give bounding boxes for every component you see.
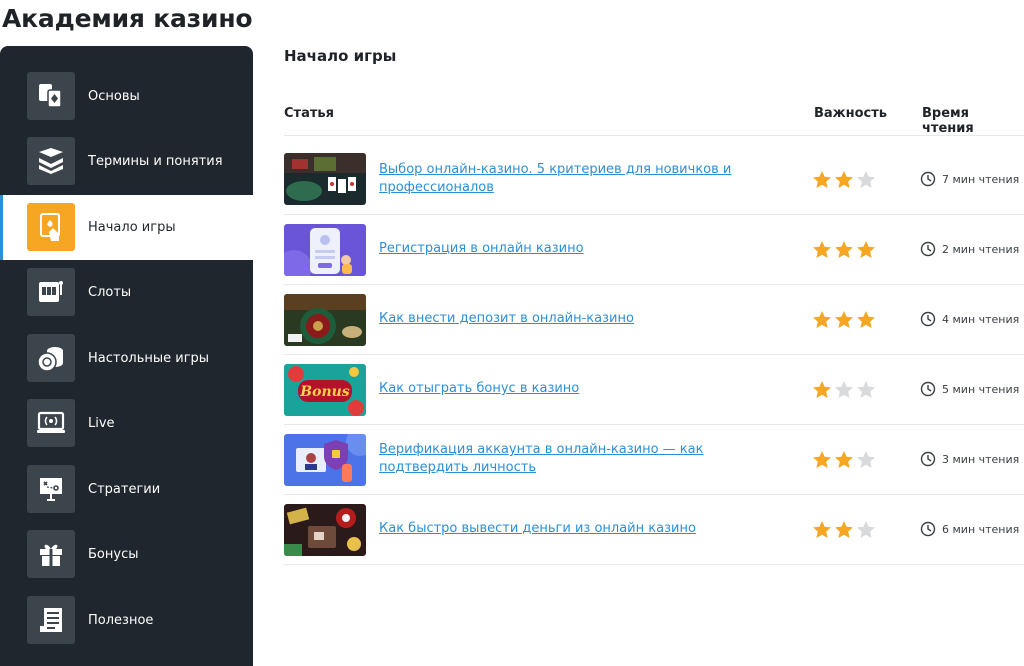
column-header-importance: Важность [814, 106, 887, 121]
clock-icon [920, 171, 936, 187]
article-row: Bonus Как отыграть бонус в казино 5 мин … [284, 355, 1024, 425]
sidebar-item-slots[interactable]: Слоты [0, 260, 253, 325]
article-link[interactable]: Как быстро вывести деньги из онлайн кази… [379, 520, 769, 538]
article-row: Выбор онлайн-казино. 5 критериев для нов… [284, 145, 1024, 215]
slot-machine-icon [27, 268, 75, 316]
read-time: 4 мин чтения [920, 311, 1019, 327]
sidebar-item-label: Настольные игры [88, 351, 210, 366]
read-time-label: 7 мин чтения [942, 172, 1020, 186]
star-filled-icon [813, 311, 831, 328]
sidebar-item-label: Полезное [88, 613, 154, 628]
read-time-label: 6 мин чтения [942, 522, 1020, 536]
read-time-label: 4 мин чтения [942, 312, 1020, 326]
strategy-board-icon [27, 465, 75, 513]
article-row: Как быстро вывести деньги из онлайн кази… [284, 495, 1024, 565]
importance-rating [812, 170, 876, 189]
star-filled-icon [835, 171, 853, 188]
sidebar-item-table-games[interactable]: Настольные игры [0, 326, 253, 391]
sidebar: Основы Термины и понятия Начало игры Сло… [0, 46, 253, 666]
section-title: Начало игры [284, 47, 397, 65]
clock-icon [920, 451, 936, 467]
sidebar-item-label: Начало игры [88, 220, 176, 235]
column-header-article: Статья [284, 106, 334, 121]
page-title: Академия казино [2, 4, 253, 33]
star-filled-icon [813, 521, 831, 538]
sidebar-item-label: Основы [88, 89, 140, 104]
importance-rating [812, 310, 876, 329]
article-link[interactable]: Как внести депозит в онлайн-казино [379, 310, 769, 328]
star-filled-icon [835, 241, 853, 258]
article-thumbnail[interactable] [284, 294, 366, 346]
sidebar-item-label: Термины и понятия [88, 154, 223, 169]
article-thumbnail[interactable] [284, 434, 366, 486]
article-thumbnail[interactable]: Bonus [284, 364, 366, 416]
read-time: 7 мин чтения [920, 171, 1019, 187]
sidebar-item-useful[interactable]: Полезное [0, 588, 253, 653]
sidebar-item-label: Live [88, 416, 115, 431]
star-filled-icon [835, 451, 853, 468]
article-row: Как внести депозит в онлайн-казино 4 мин… [284, 285, 1024, 355]
article-row: Верификация аккаунта в онлайн-казино — к… [284, 425, 1024, 495]
sidebar-item-live[interactable]: Live [0, 391, 253, 456]
star-filled-icon [813, 241, 831, 258]
importance-rating [812, 520, 876, 539]
card-hand-icon [27, 203, 75, 251]
sidebar-item-terms[interactable]: Термины и понятия [0, 129, 253, 194]
chips-icon [27, 334, 75, 382]
clock-icon [920, 381, 936, 397]
star-filled-icon [857, 311, 875, 328]
sidebar-item-strategies[interactable]: Стратегии [0, 457, 253, 522]
sidebar-item-label: Стратегии [88, 482, 161, 497]
article-link[interactable]: Регистрация в онлайн казино [379, 240, 769, 258]
read-time: 2 мин чтения [920, 241, 1019, 257]
star-filled-icon [857, 241, 875, 258]
article-link[interactable]: Выбор онлайн-казино. 5 критериев для нов… [379, 161, 769, 197]
read-time-label: 3 мин чтения [942, 452, 1020, 466]
importance-rating [812, 380, 876, 399]
sidebar-item-basics[interactable]: Основы [0, 64, 253, 129]
read-time: 5 мин чтения [920, 381, 1019, 397]
article-link[interactable]: Верификация аккаунта в онлайн-казино — к… [379, 441, 769, 477]
star-filled-icon [813, 381, 831, 398]
article-thumbnail[interactable] [284, 224, 366, 276]
header-divider [284, 135, 1024, 136]
star-empty-icon [857, 451, 875, 468]
star-empty-icon [857, 171, 875, 188]
thumbnail-bonus-text: Bonus [299, 384, 350, 400]
clock-icon [920, 311, 936, 327]
star-empty-icon [857, 381, 875, 398]
article-row: Регистрация в онлайн казино 2 мин чтения [284, 215, 1024, 285]
live-stream-icon [27, 399, 75, 447]
star-filled-icon [813, 451, 831, 468]
article-thumbnail[interactable] [284, 504, 366, 556]
article-link[interactable]: Как отыграть бонус в казино [379, 380, 769, 398]
star-empty-icon [857, 521, 875, 538]
read-time-label: 5 мин чтения [942, 382, 1020, 396]
star-filled-icon [813, 171, 831, 188]
read-time: 6 мин чтения [920, 521, 1019, 537]
sidebar-item-start-game[interactable]: Начало игры [0, 195, 253, 260]
clock-icon [920, 521, 936, 537]
importance-rating [812, 240, 876, 259]
star-filled-icon [835, 521, 853, 538]
read-time-label: 2 мин чтения [942, 242, 1020, 256]
sidebar-item-label: Бонусы [88, 547, 139, 562]
cards-diamond-icon [27, 72, 75, 120]
star-empty-icon [835, 381, 853, 398]
read-time: 3 мин чтения [920, 451, 1019, 467]
star-filled-icon [835, 311, 853, 328]
sidebar-item-bonuses[interactable]: Бонусы [0, 522, 253, 587]
article-thumbnail[interactable] [284, 153, 366, 205]
gift-icon [27, 530, 75, 578]
document-list-icon [27, 596, 75, 644]
sidebar-item-label: Слоты [88, 285, 132, 300]
clock-icon [920, 241, 936, 257]
importance-rating [812, 450, 876, 469]
column-header-read-time: Время чтения [922, 106, 974, 136]
books-icon [27, 137, 75, 185]
